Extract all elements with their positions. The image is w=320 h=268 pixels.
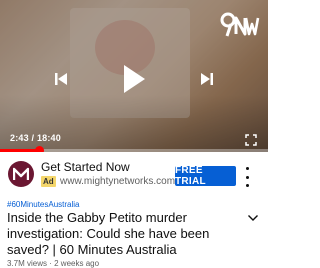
advertiser-avatar[interactable] <box>8 161 34 187</box>
more-options-dot <box>245 175 249 179</box>
youtube-watch-page: 2:43 / 18:40 Get Started Now Ad www.migh… <box>0 0 268 268</box>
ad-url[interactable]: www.mightynetworks.com <box>60 176 175 187</box>
play-button[interactable] <box>118 62 150 96</box>
fullscreen-button[interactable] <box>245 134 257 146</box>
more-options-dot <box>245 184 249 187</box>
duration: 18:40 <box>36 133 61 143</box>
skip-previous-icon <box>55 73 67 85</box>
chevron-down-icon <box>248 215 258 221</box>
more-options-button[interactable] <box>242 167 252 187</box>
expand-description-button[interactable] <box>247 213 259 223</box>
video-player[interactable]: 2:43 / 18:40 <box>0 0 268 152</box>
video-metadata: 3.7M views · 2 weeks ago <box>7 259 99 268</box>
promoted-ad-row[interactable]: Get Started Now Ad www.mightynetworks.co… <box>0 152 268 196</box>
skip-previous-button[interactable] <box>50 68 72 90</box>
video-title[interactable]: Inside the Gabby Petito murder investiga… <box>7 210 245 258</box>
ad-badge: Ad <box>41 176 56 187</box>
time-display: 2:43 / 18:40 <box>10 133 61 143</box>
hashtag-link[interactable]: #60MinutesAustralia <box>7 200 79 209</box>
skip-next-icon <box>201 73 213 85</box>
current-time: 2:43 <box>10 133 29 143</box>
fullscreen-icon <box>245 134 257 146</box>
skip-next-button[interactable] <box>196 68 218 90</box>
mighty-networks-logo-icon <box>13 167 29 180</box>
view-count: 3.7M views <box>7 259 48 268</box>
time-separator: / <box>28 133 37 143</box>
channel-watermark-logo-icon <box>220 12 260 37</box>
play-icon <box>124 65 145 93</box>
upload-age: 2 weeks ago <box>54 259 100 268</box>
free-trial-button[interactable]: FREE TRIAL <box>175 165 236 187</box>
ad-title[interactable]: Get Started Now <box>41 160 130 174</box>
more-options-icon <box>245 167 249 170</box>
